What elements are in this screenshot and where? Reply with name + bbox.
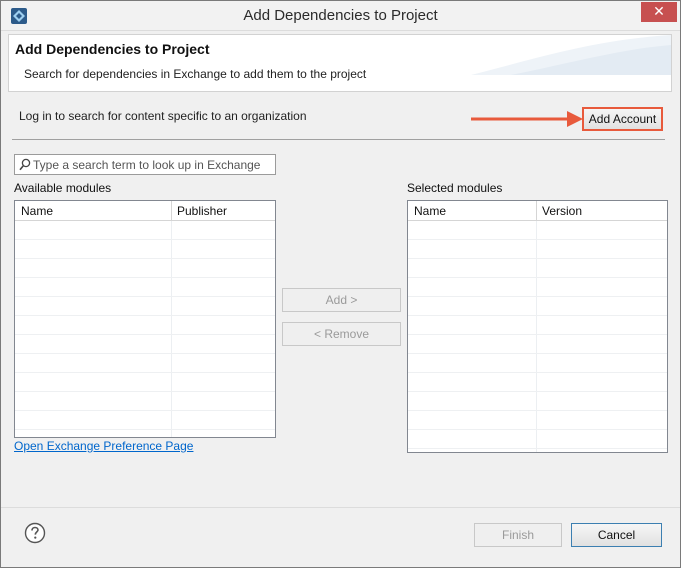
cancel-label: Cancel: [597, 528, 636, 542]
table-row[interactable]: [15, 316, 275, 335]
table-row[interactable]: [408, 278, 667, 297]
search-box[interactable]: [14, 154, 276, 175]
table-row[interactable]: [408, 316, 667, 335]
table-row[interactable]: [408, 411, 667, 430]
add-account-button[interactable]: Add Account: [582, 107, 663, 131]
title-bar: Add Dependencies to Project ✕: [1, 1, 680, 31]
search-icon: [19, 158, 31, 171]
table-header: Name Version: [408, 201, 667, 221]
close-icon: ✕: [653, 3, 665, 19]
available-modules-label: Available modules: [14, 181, 112, 195]
add-account-label: Add Account: [588, 112, 657, 126]
cancel-button[interactable]: Cancel: [571, 523, 662, 547]
table-row[interactable]: [408, 430, 667, 449]
red-arrow-annotation: [471, 111, 583, 127]
remove-module-button[interactable]: < Remove: [282, 322, 401, 346]
table-row[interactable]: [408, 240, 667, 259]
selected-modules-label: Selected modules: [407, 181, 503, 195]
banner-decoration: [471, 35, 671, 75]
dialog-window: Add Dependencies to Project ✕ Add Depend…: [0, 0, 681, 568]
finish-label: Finish: [501, 528, 534, 542]
search-input[interactable]: [33, 155, 273, 174]
login-hint: Log in to search for content specific to…: [19, 109, 307, 123]
add-module-button[interactable]: Add >: [282, 288, 401, 312]
remove-module-label: < Remove: [313, 327, 370, 341]
available-modules-table[interactable]: Name Publisher: [14, 200, 276, 438]
table-row[interactable]: [15, 278, 275, 297]
selected-modules-table[interactable]: Name Version: [407, 200, 668, 453]
table-row[interactable]: [15, 392, 275, 411]
table-row[interactable]: [15, 221, 275, 240]
table-row[interactable]: [408, 392, 667, 411]
exchange-preference-link[interactable]: Open Exchange Preference Page: [14, 439, 193, 453]
column-header-name[interactable]: Name: [408, 201, 536, 221]
table-row[interactable]: [15, 411, 275, 430]
banner-title: Add Dependencies to Project: [15, 41, 210, 57]
table-row[interactable]: [408, 335, 667, 354]
separator: [12, 139, 665, 140]
table-header: Name Publisher: [15, 201, 275, 221]
table-row[interactable]: [15, 335, 275, 354]
column-header-name[interactable]: Name: [15, 201, 171, 221]
table-row[interactable]: [408, 373, 667, 392]
banner-description: Search for dependencies in Exchange to a…: [24, 67, 367, 81]
table-row[interactable]: [408, 221, 667, 240]
window-title: Add Dependencies to Project: [243, 7, 438, 24]
column-header-publisher[interactable]: Publisher: [171, 201, 275, 221]
table-row[interactable]: [15, 373, 275, 392]
header-banner: Add Dependencies to Project Search for d…: [8, 34, 672, 92]
footer-separator: [1, 507, 680, 508]
finish-button[interactable]: Finish: [474, 523, 562, 547]
close-button[interactable]: ✕: [641, 2, 677, 22]
table-row[interactable]: [408, 297, 667, 316]
table-row[interactable]: [15, 240, 275, 259]
table-row[interactable]: [15, 259, 275, 278]
table-row[interactable]: [408, 259, 667, 278]
table-row[interactable]: [408, 354, 667, 373]
column-header-version[interactable]: Version: [536, 201, 667, 221]
table-row[interactable]: [15, 354, 275, 373]
help-icon[interactable]: [24, 522, 46, 544]
table-row[interactable]: [15, 297, 275, 316]
add-module-label: Add >: [325, 293, 358, 307]
